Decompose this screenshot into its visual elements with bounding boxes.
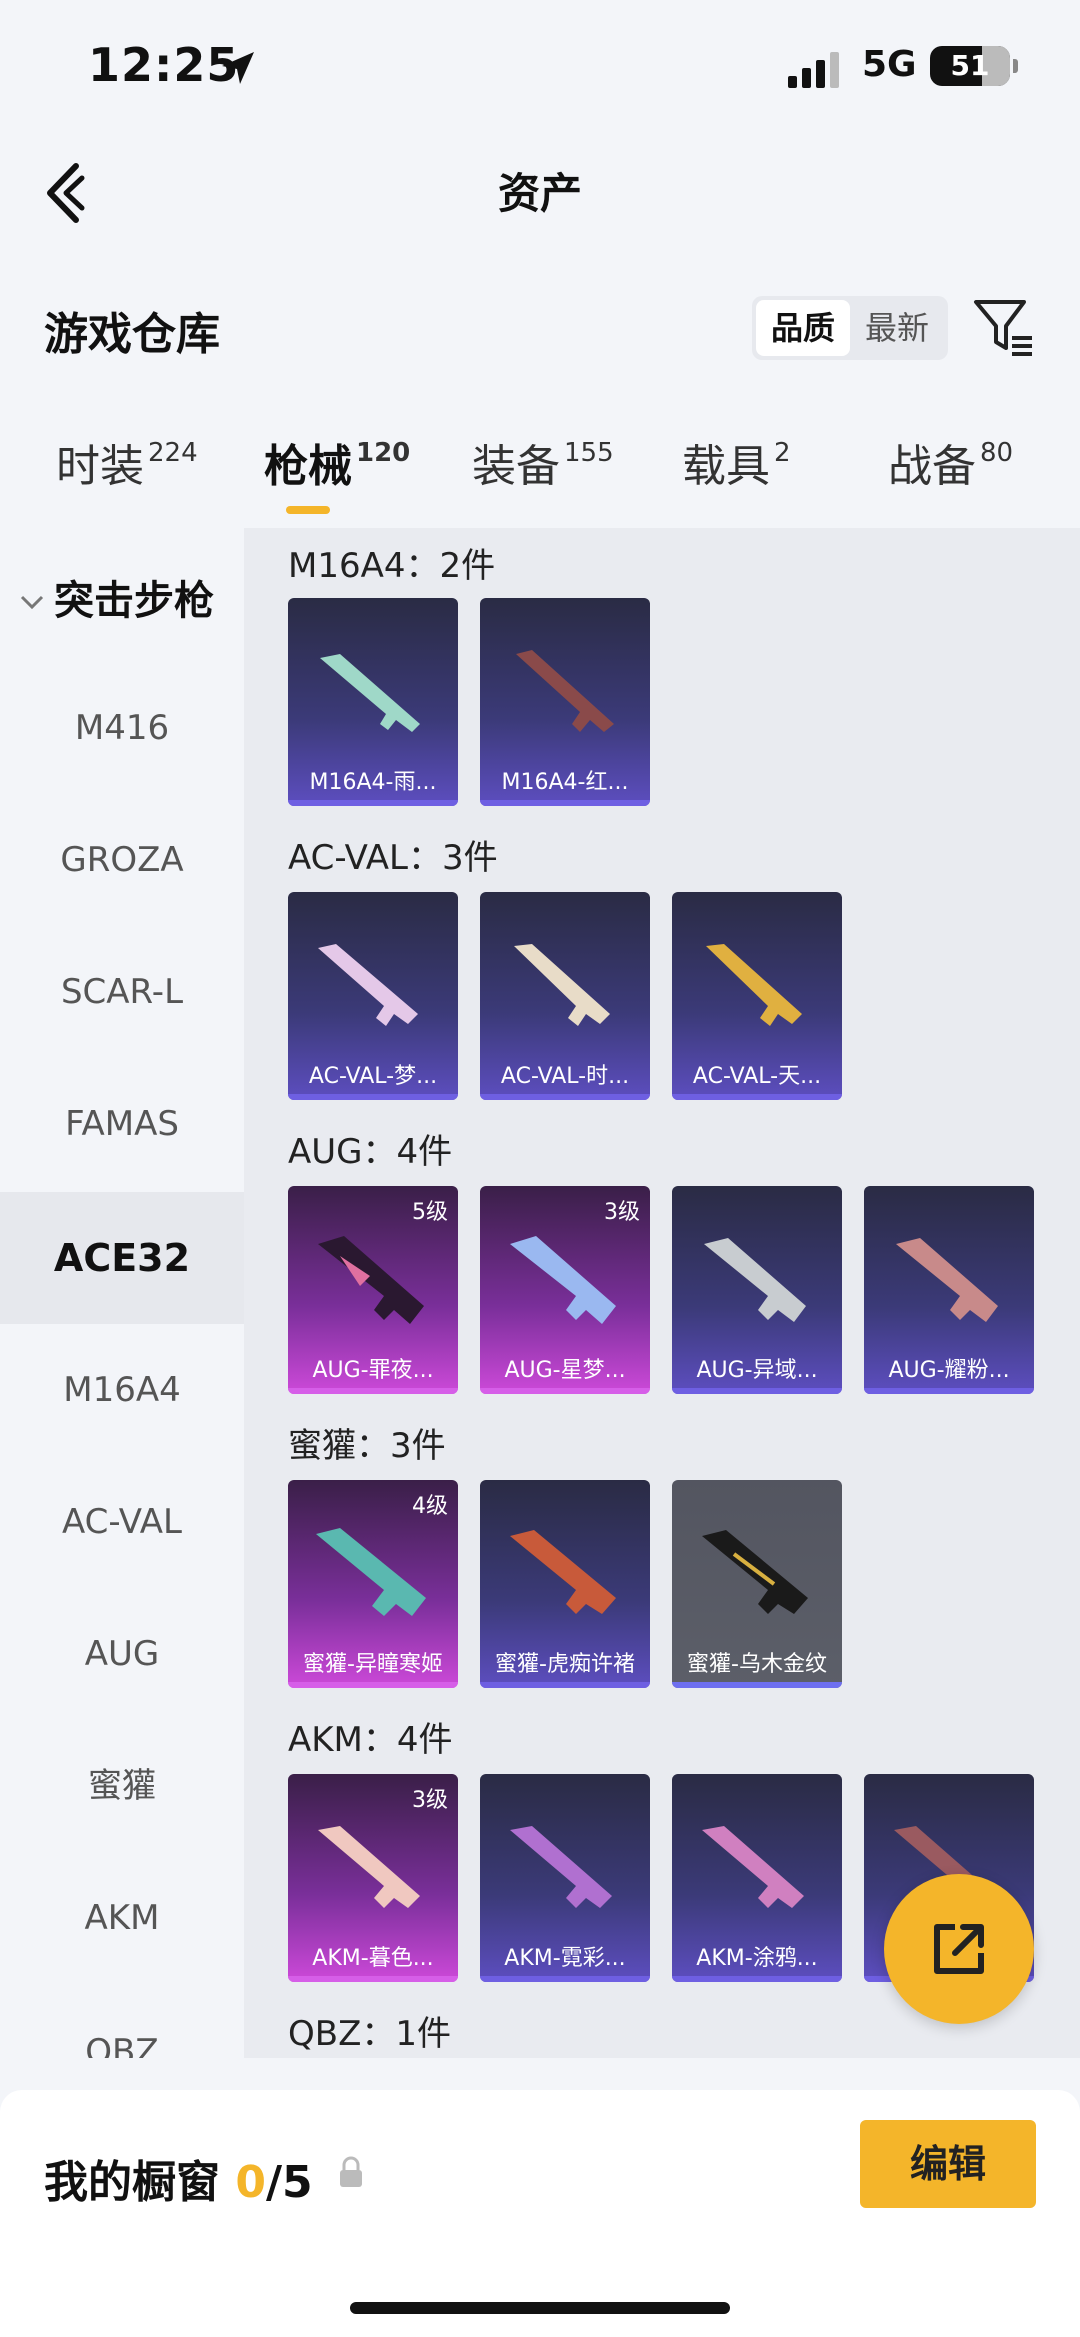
- rifle-image: [514, 944, 610, 1026]
- weapon-card[interactable]: AKM-霓彩...: [480, 1774, 650, 1982]
- rifle-image: [316, 1528, 426, 1616]
- sidebar-item-qbz[interactable]: QBZ: [0, 1986, 244, 2058]
- weapon-name: AC-VAL-时...: [500, 1064, 630, 1089]
- sort-newest-button[interactable]: 最新: [850, 300, 944, 356]
- weapon-name: AUG-耀粉...: [888, 1358, 1010, 1383]
- sidebar-item-famas[interactable]: FAMAS: [0, 1058, 244, 1190]
- weapon-name: AKM-涂鸦...: [696, 1946, 818, 1971]
- weapon-card[interactable]: M16A4-雨...: [288, 598, 458, 806]
- sidebar-item-ac-val[interactable]: AC-VAL: [0, 1456, 244, 1588]
- weapon-name: 蜜獾-虎痴许褚: [495, 1652, 635, 1677]
- weapon-name: AUG-星梦...: [504, 1358, 626, 1383]
- sort-toggle: 品质 最新: [752, 296, 948, 360]
- weapon-card[interactable]: AC-VAL-天...: [672, 892, 842, 1100]
- share-external-icon: [934, 1924, 984, 1974]
- weapon-name: 蜜獾-异瞳寒姬: [303, 1652, 443, 1677]
- active-tab-indicator: [286, 506, 330, 514]
- group-label-qbz: QBZ：1件: [288, 2014, 452, 2054]
- showcase-count: 0: [235, 2157, 266, 2208]
- rifle-image: [318, 1826, 420, 1908]
- group-label-m16a4: M16A4：2件: [288, 546, 496, 586]
- sidebar: 突击步枪 M416 GROZA SCAR-L FAMAS ACE32 M16A4…: [0, 528, 244, 2058]
- weapon-name: AC-VAL-天...: [692, 1064, 822, 1089]
- showcase-bar: 我的橱窗 0/5 编辑: [0, 2090, 1080, 2337]
- showcase-total: /5: [265, 2157, 313, 2208]
- rifle-image: [704, 1238, 806, 1322]
- sidebar-group-assault-rifles[interactable]: 突击步枪: [18, 568, 214, 626]
- weapon-name: AUG-罪夜...: [312, 1358, 434, 1383]
- chevron-down-icon: [20, 595, 44, 610]
- section-title: 游戏仓库: [44, 309, 220, 360]
- battery-icon: 51: [930, 46, 1018, 86]
- category-tabs: 时装 224 枪械 120 装备 155 载具 2 战备 80: [0, 430, 1080, 520]
- rifle-image: [516, 650, 614, 732]
- weapon-card[interactable]: AKM-涂鸦...: [672, 1774, 842, 1982]
- rifle-image: [318, 944, 418, 1026]
- tab-vehicles[interactable]: 载具 2: [682, 430, 791, 494]
- status-bar: 12:25 5G 51: [0, 0, 1080, 130]
- sidebar-item-groza[interactable]: GROZA: [0, 794, 244, 926]
- sidebar-item-akm[interactable]: AKM: [0, 1852, 244, 1984]
- home-indicator: [350, 2302, 730, 2314]
- weapon-name: AKM-霓彩...: [504, 1946, 626, 1971]
- rifle-image: [706, 944, 802, 1026]
- sidebar-item-scar-l[interactable]: SCAR-L: [0, 926, 244, 1058]
- share-button[interactable]: [884, 1874, 1034, 2024]
- status-time: 12:25: [88, 38, 240, 92]
- weapon-card[interactable]: 蜜獾-乌木金纹: [672, 1480, 842, 1688]
- network-type: 5G: [862, 44, 917, 85]
- edit-button[interactable]: 编辑: [860, 2120, 1036, 2208]
- location-arrow-icon: [222, 52, 254, 84]
- rifle-image: [510, 1236, 616, 1324]
- weapon-card[interactable]: AC-VAL-时...: [480, 892, 650, 1100]
- group-label-ac-val: AC-VAL：3件: [288, 838, 498, 878]
- group-label-aug: AUG：4件: [288, 1132, 453, 1172]
- weapon-card[interactable]: AC-VAL-梦...: [288, 892, 458, 1100]
- weapon-grid: M16A4：2件 M16A4-雨... M16A4-红... AC-VAL：3件…: [244, 528, 1080, 2058]
- weapon-card[interactable]: 蜜獾-虎痴许褚: [480, 1480, 650, 1688]
- showcase-label: 我的橱窗 0/5: [44, 2157, 313, 2208]
- rifle-image: [320, 654, 420, 732]
- lock-icon: [340, 2156, 362, 2187]
- rifle-image: [702, 1530, 808, 1614]
- battery-level: 51: [950, 49, 990, 82]
- cellular-signal-icon: [788, 52, 839, 88]
- filter-icon[interactable]: [972, 296, 1036, 360]
- sidebar-item-ace32[interactable]: ACE32: [0, 1192, 244, 1324]
- weapon-name: 蜜獾-乌木金纹: [687, 1652, 827, 1677]
- tab-gear[interactable]: 战备 80: [888, 430, 1013, 494]
- weapon-card[interactable]: AUG-耀粉...: [864, 1186, 1034, 1394]
- group-label-akm: AKM：4件: [288, 1720, 453, 1760]
- weapon-card[interactable]: 4级 蜜獾-异瞳寒姬: [288, 1480, 458, 1688]
- sidebar-item-m416[interactable]: M416: [0, 662, 244, 794]
- weapon-name: M16A4-雨...: [309, 770, 437, 795]
- weapon-card[interactable]: 3级 AKM-暮色...: [288, 1774, 458, 1982]
- weapon-card[interactable]: 5级 AUG-罪夜...: [288, 1186, 458, 1394]
- rifle-image: [318, 1236, 424, 1324]
- sort-quality-button[interactable]: 品质: [756, 300, 850, 356]
- weapon-name: AUG-异域...: [696, 1358, 818, 1383]
- weapon-card[interactable]: M16A4-红...: [480, 598, 650, 806]
- rifle-image: [702, 1826, 804, 1908]
- tab-equipment[interactable]: 装备 155: [472, 430, 614, 494]
- weapon-name: M16A4-红...: [501, 770, 629, 795]
- weapon-name: AKM-暮色...: [312, 1946, 434, 1971]
- rifle-image: [510, 1826, 612, 1908]
- rifle-image: [896, 1238, 998, 1322]
- tab-guns[interactable]: 枪械 120: [264, 430, 410, 494]
- weapon-card[interactable]: 3级 AUG-星梦...: [480, 1186, 650, 1394]
- sidebar-item-m16a4[interactable]: M16A4: [0, 1324, 244, 1456]
- sidebar-item-aug[interactable]: AUG: [0, 1588, 244, 1720]
- tab-fashion[interactable]: 时装 224: [56, 430, 198, 494]
- group-label-honey-badger: 蜜獾：3件: [288, 1426, 446, 1466]
- page-title: 资产: [497, 169, 582, 218]
- rifle-image: [510, 1530, 616, 1614]
- sidebar-item-honey-badger[interactable]: 蜜獾: [0, 1720, 244, 1852]
- weapon-name: AC-VAL-梦...: [308, 1064, 438, 1089]
- weapon-card[interactable]: AUG-异域...: [672, 1186, 842, 1394]
